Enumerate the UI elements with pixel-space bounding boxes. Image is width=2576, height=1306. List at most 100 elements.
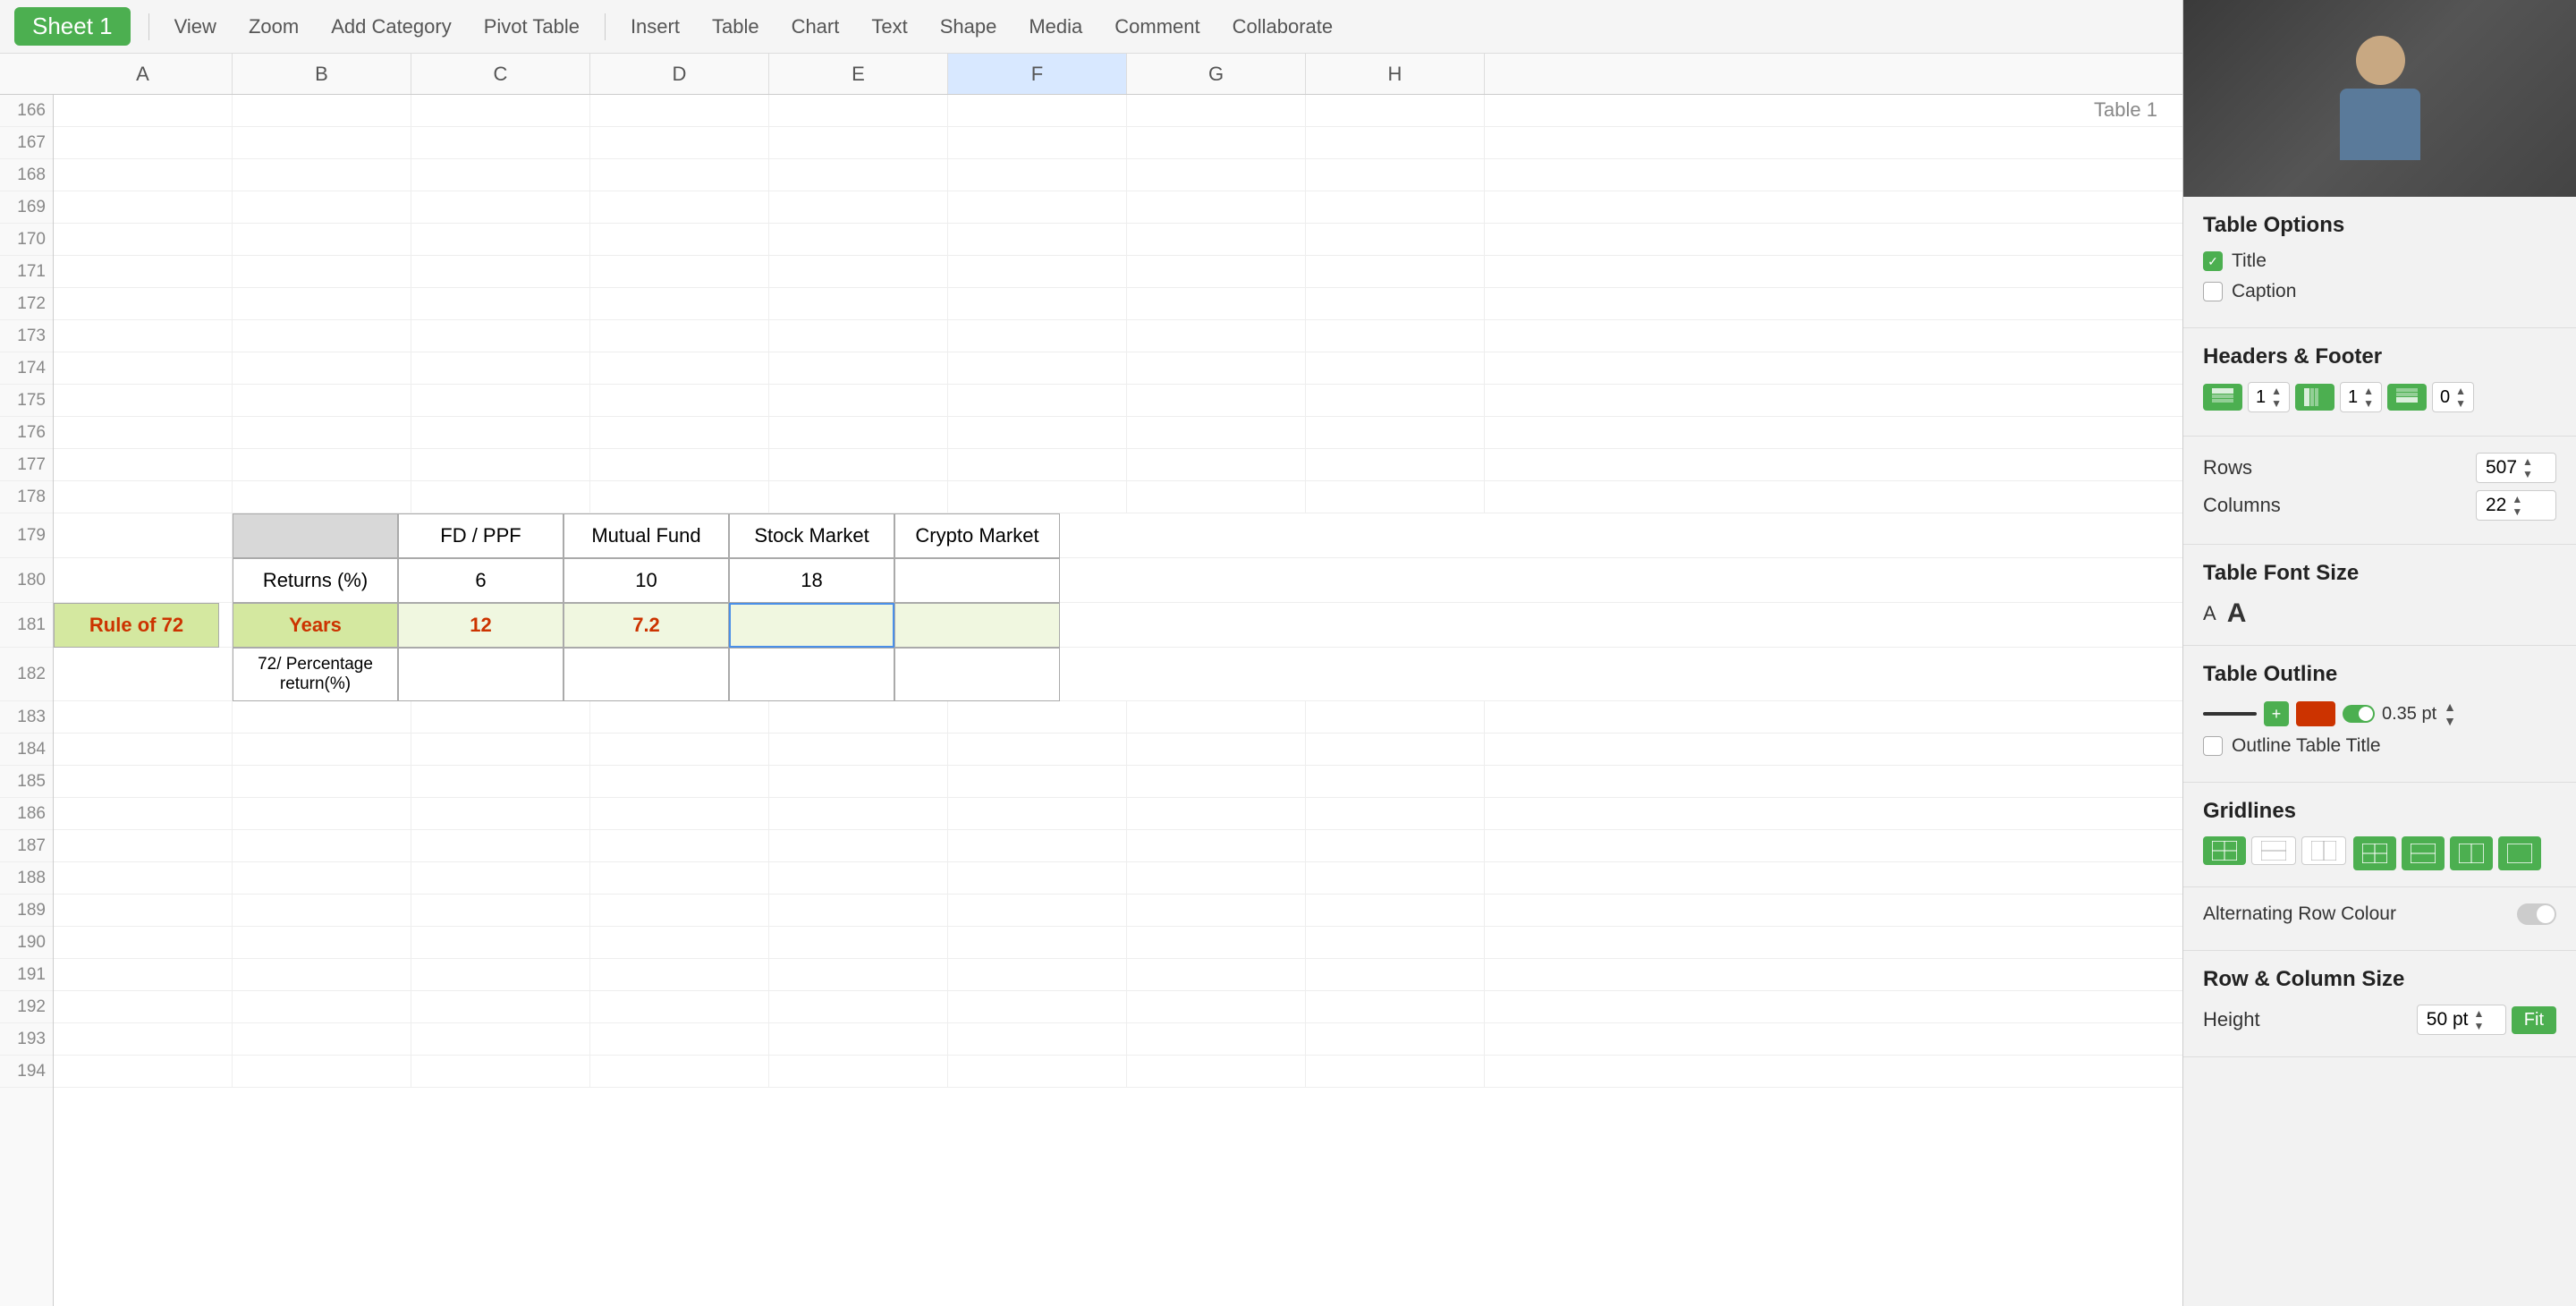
cell-192-e[interactable] xyxy=(769,991,948,1023)
cell-189-e[interactable] xyxy=(769,895,948,927)
cell-172-c[interactable] xyxy=(411,288,590,320)
cell-169-e[interactable] xyxy=(769,191,948,224)
cell-185-e[interactable] xyxy=(769,766,948,798)
cell-173-e[interactable] xyxy=(769,320,948,352)
cell-190-e[interactable] xyxy=(769,927,948,959)
toolbar-addcategory-btn[interactable]: Add Category xyxy=(324,12,459,42)
cell-167-g[interactable] xyxy=(1127,127,1306,159)
table-years-crypto[interactable] xyxy=(894,603,1060,648)
gl-all-btn[interactable] xyxy=(2203,836,2246,865)
table-formula-mutual[interactable] xyxy=(564,648,729,701)
table-header-mutualfund[interactable]: Mutual Fund xyxy=(564,513,729,558)
toolbar-text-btn[interactable]: Text xyxy=(864,12,914,42)
cell-192-f[interactable] xyxy=(948,991,1127,1023)
table-returns-fdppf[interactable]: 6 xyxy=(398,558,564,603)
cell-173-h[interactable] xyxy=(1306,320,1485,352)
cell-175-b[interactable] xyxy=(233,385,411,417)
cell-176-d[interactable] xyxy=(590,417,769,449)
col-header-c[interactable]: C xyxy=(411,54,590,94)
outline-color-swatch[interactable] xyxy=(2296,701,2335,726)
cell-175-c[interactable] xyxy=(411,385,590,417)
cell-174-a[interactable] xyxy=(54,352,233,385)
cell-184-g[interactable] xyxy=(1127,734,1306,766)
alt-row-toggle[interactable] xyxy=(2517,903,2556,925)
outline-weight-arrows[interactable]: ▲▼ xyxy=(2444,700,2456,728)
cell-171-a[interactable] xyxy=(54,256,233,288)
col-header-b[interactable]: B xyxy=(233,54,411,94)
cell-167-h[interactable] xyxy=(1306,127,1485,159)
cell-176-h[interactable] xyxy=(1306,417,1485,449)
empty-row-166[interactable] xyxy=(54,95,2182,127)
cell-170-f[interactable] xyxy=(948,224,1127,256)
cell-166-e[interactable] xyxy=(769,95,948,127)
cell-186-f[interactable] xyxy=(948,798,1127,830)
table-years-stock-selected[interactable] xyxy=(729,603,894,648)
cell-188-h[interactable] xyxy=(1306,862,1485,895)
footer-rows-arrows[interactable]: ▲▼ xyxy=(2455,385,2466,410)
cell-166-a[interactable] xyxy=(54,95,233,127)
cell-176-e[interactable] xyxy=(769,417,948,449)
empty-row-177[interactable] xyxy=(54,449,2182,481)
cell-166-b[interactable] xyxy=(233,95,411,127)
cell-173-a[interactable] xyxy=(54,320,233,352)
cell-167-e[interactable] xyxy=(769,127,948,159)
cell-172-f[interactable] xyxy=(948,288,1127,320)
cell-172-d[interactable] xyxy=(590,288,769,320)
empty-row-178[interactable] xyxy=(54,481,2182,513)
outline-toggle[interactable] xyxy=(2343,705,2375,723)
cell-190-c[interactable] xyxy=(411,927,590,959)
title-checkbox[interactable]: ✓ xyxy=(2203,251,2223,271)
cell-171-c[interactable] xyxy=(411,256,590,288)
col-header-g[interactable]: G xyxy=(1127,54,1306,94)
cell-187-c[interactable] xyxy=(411,830,590,862)
empty-row-171[interactable] xyxy=(54,256,2182,288)
col-header-d[interactable]: D xyxy=(590,54,769,94)
cell-192-d[interactable] xyxy=(590,991,769,1023)
cell-191-h[interactable] xyxy=(1306,959,1485,991)
cell-190-a[interactable] xyxy=(54,927,233,959)
cell-188-b[interactable] xyxy=(233,862,411,895)
cell-191-c[interactable] xyxy=(411,959,590,991)
cell-192-h[interactable] xyxy=(1306,991,1485,1023)
cell-185-h[interactable] xyxy=(1306,766,1485,798)
cell-168-a[interactable] xyxy=(54,159,233,191)
cell-187-g[interactable] xyxy=(1127,830,1306,862)
cell-168-b[interactable] xyxy=(233,159,411,191)
cell-170-d[interactable] xyxy=(590,224,769,256)
cell-184-e[interactable] xyxy=(769,734,948,766)
cell-178-c[interactable] xyxy=(411,481,590,513)
cell-175-g[interactable] xyxy=(1127,385,1306,417)
cell-190-f[interactable] xyxy=(948,927,1127,959)
table-header-stockmarket[interactable]: Stock Market xyxy=(729,513,894,558)
empty-row-185[interactable] xyxy=(54,766,2182,798)
toolbar-media-btn[interactable]: Media xyxy=(1021,12,1089,42)
table-formula-crypto[interactable] xyxy=(894,648,1060,701)
cell-187-f[interactable] xyxy=(948,830,1127,862)
cell-187-h[interactable] xyxy=(1306,830,1485,862)
empty-row-175[interactable] xyxy=(54,385,2182,417)
cell-193-d[interactable] xyxy=(590,1023,769,1056)
toolbar-zoom-btn[interactable]: Zoom xyxy=(242,12,306,42)
cell-176-g[interactable] xyxy=(1127,417,1306,449)
cell-183-c[interactable] xyxy=(411,701,590,734)
toolbar-chart-btn[interactable]: Chart xyxy=(784,12,847,42)
empty-row-184[interactable] xyxy=(54,734,2182,766)
empty-row-189[interactable] xyxy=(54,895,2182,927)
cell-194-h[interactable] xyxy=(1306,1056,1485,1088)
table-years-mutual[interactable]: 7.2 xyxy=(564,603,729,648)
cell-169-c[interactable] xyxy=(411,191,590,224)
cell-169-a[interactable] xyxy=(54,191,233,224)
height-arrows[interactable]: ▲▼ xyxy=(2474,1007,2485,1032)
cell-166-g[interactable] xyxy=(1127,95,1306,127)
cell-186-h[interactable] xyxy=(1306,798,1485,830)
cell-175-h[interactable] xyxy=(1306,385,1485,417)
cell-173-d[interactable] xyxy=(590,320,769,352)
cell-194-e[interactable] xyxy=(769,1056,948,1088)
cell-189-c[interactable] xyxy=(411,895,590,927)
cell-174-f[interactable] xyxy=(948,352,1127,385)
cell-177-e[interactable] xyxy=(769,449,948,481)
cell-168-c[interactable] xyxy=(411,159,590,191)
cell-192-g[interactable] xyxy=(1127,991,1306,1023)
data-row-182[interactable]: 72/ Percentage return(%) xyxy=(54,648,2182,701)
cell-177-a[interactable] xyxy=(54,449,233,481)
